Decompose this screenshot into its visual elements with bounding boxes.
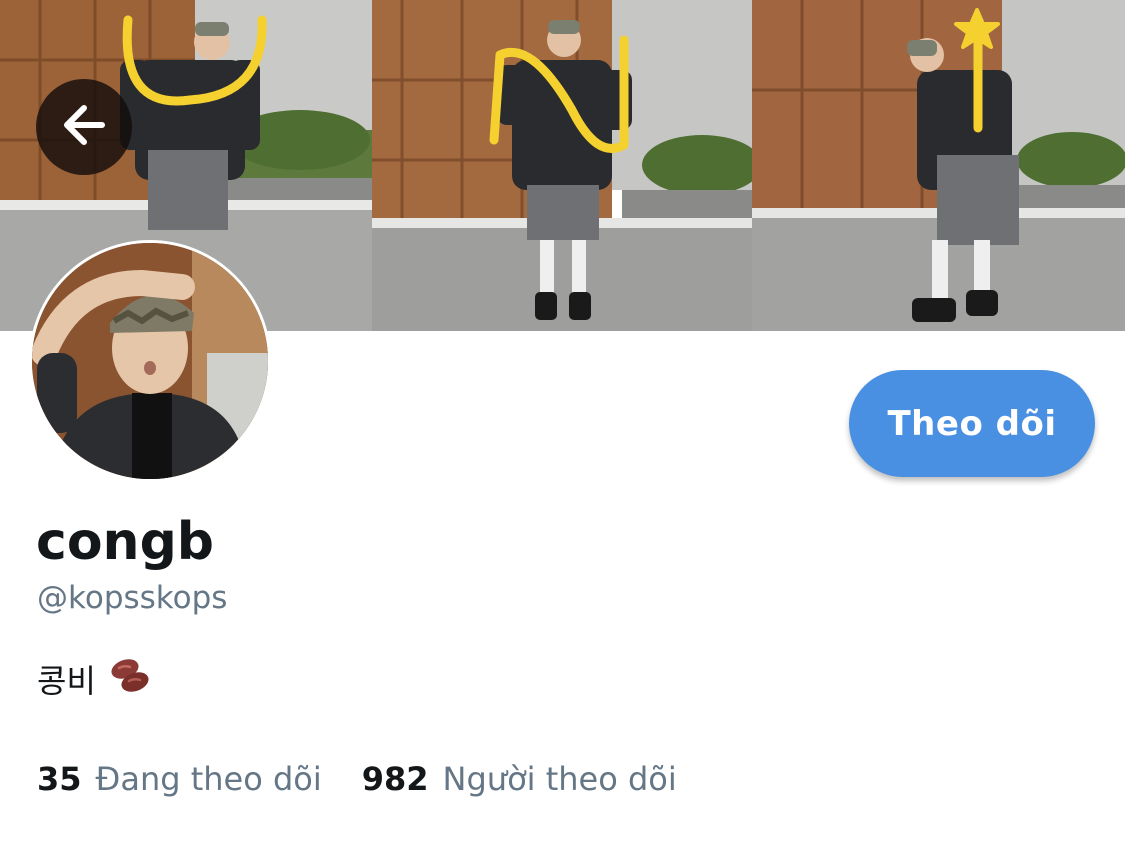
- arrow-left-icon: [58, 99, 110, 156]
- bio-text: 콩비: [37, 662, 96, 700]
- banner-photo-3: [752, 0, 1125, 331]
- avatar[interactable]: [29, 240, 271, 482]
- display-name: congb: [36, 512, 215, 572]
- banner-photo-2: [372, 0, 752, 331]
- username-handle: @kopsskops: [37, 580, 228, 616]
- bio: 콩비: [37, 656, 152, 702]
- following-stat[interactable]: 35 Đang theo dõi: [37, 760, 322, 798]
- beans-emoji-icon: [110, 656, 152, 702]
- followers-stat[interactable]: 982 Người theo dõi: [362, 760, 677, 798]
- follow-button[interactable]: Theo dõi: [849, 370, 1095, 477]
- following-count: 35: [37, 760, 82, 798]
- profile-stats: 35 Đang theo dõi 982 Người theo dõi: [37, 760, 677, 798]
- followers-label: Người theo dõi: [442, 760, 677, 798]
- followers-count: 982: [361, 760, 429, 798]
- back-button[interactable]: [36, 79, 132, 175]
- following-label: Đang theo dõi: [95, 760, 322, 798]
